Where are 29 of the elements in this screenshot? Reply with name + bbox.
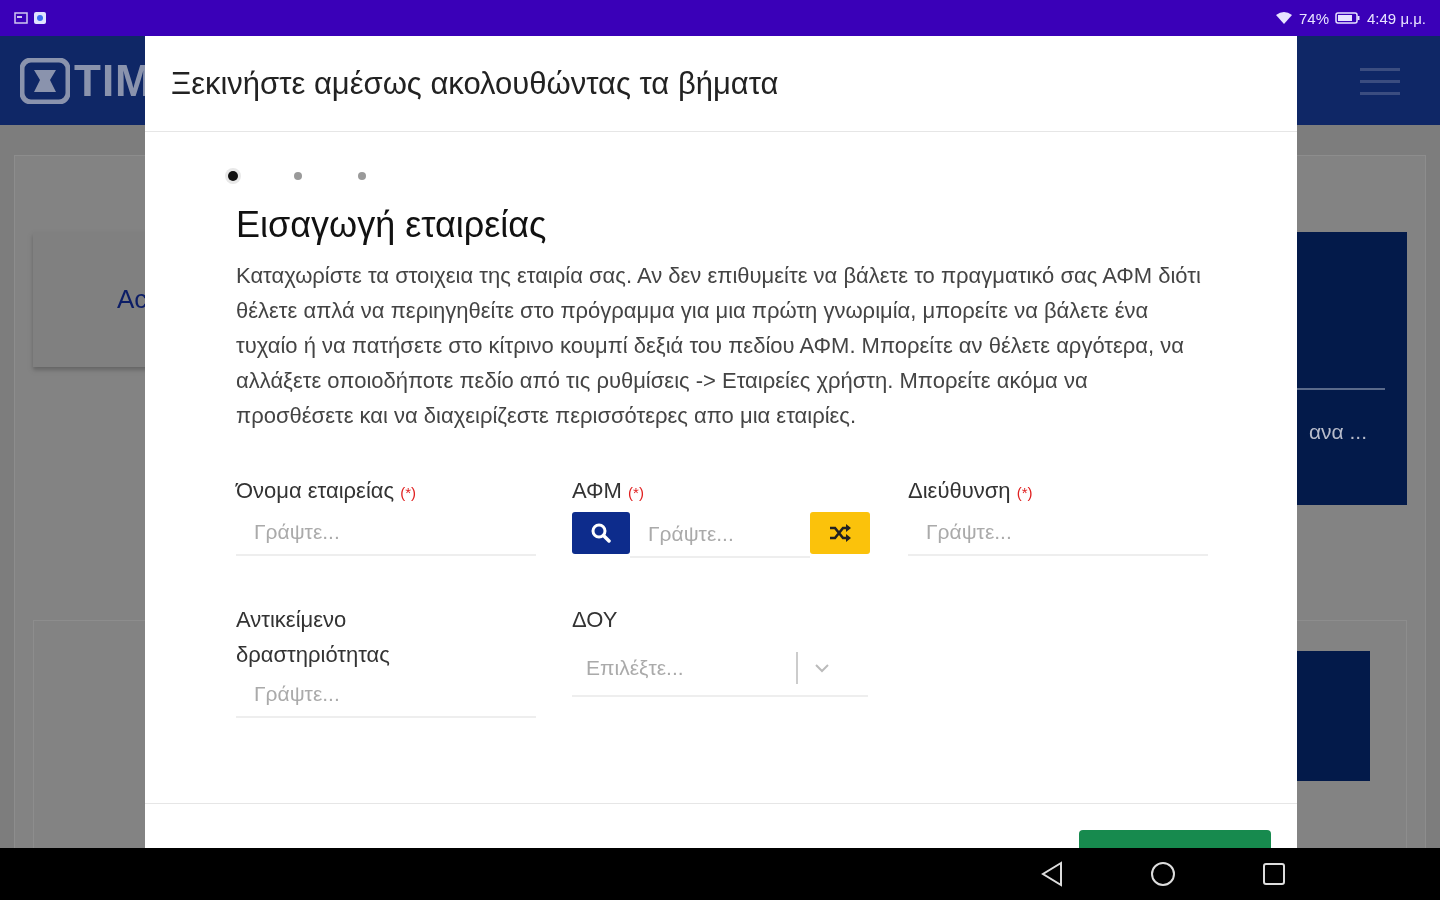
shuffle-icon (828, 524, 852, 542)
field-label: ΔΟΥ (572, 606, 619, 634)
battery-percentage: 74% (1299, 9, 1329, 27)
step-heading: Εισαγωγή εταιρείας (236, 204, 548, 246)
search-icon (591, 523, 611, 543)
notification-icon (14, 12, 28, 24)
panel-text: ανα ... (1308, 420, 1367, 444)
logo-icon (20, 57, 70, 104)
field-label: Αντικείμενο δραστηριότητας (236, 606, 391, 669)
field-label: Όνομα εταιρείας (*) (236, 477, 418, 505)
clock: 4:49 μ.μ. (1367, 9, 1426, 27)
dialog-title: Ξεκινήστε αμέσως ακολουθώντας τα βήματα (171, 65, 779, 102)
description-text: Καταχωρίστε τα στοιχεια της εταιρία σας. Αν δεν επιθυμείτε να βάλετε το πραγματικό σας ΑΦΜ διότι θέλετε απλά να περιηγηθείτε στο πρόγραμμα για μια πρώτη γνωριμία, μπορείτε να βάλετε ένα τυχαίο ή να πατήσετε στο κίτρινο κουμπί δεξιά του πεδίου ΑΦΜ. Μπορείτε αν θέλετε αργότερα, να αλλάξετε οποιοδήποτε πεδίο από τις ρυθμίσεις -> Εταιρείες χρήστη. Μπορείτε ακόμα να προσθέσετε και να διαχειρίζεστε περισσότερες απο μια εταιρίες. (236, 262, 1202, 430)
card-title: Ac (117, 284, 148, 315)
random-button[interactable] (810, 512, 870, 554)
search-button[interactable] (572, 512, 630, 554)
select-field[interactable]: Επιλέξτε... (572, 641, 868, 697)
battery-icon (1335, 11, 1361, 25)
notification-icon (34, 12, 46, 24)
field-label: Διεύθυνση (*) (908, 477, 1034, 505)
back-icon[interactable] (1040, 861, 1064, 887)
step-dot[interactable] (228, 171, 238, 181)
recents-icon[interactable] (1262, 862, 1286, 886)
field-label: ΑΦΜ (*) (572, 477, 645, 505)
home-icon[interactable] (1150, 861, 1176, 887)
step-dot[interactable] (294, 172, 302, 180)
step-dot[interactable] (358, 172, 366, 180)
wifi-icon (1275, 11, 1293, 25)
chevron-down-icon (814, 663, 830, 673)
